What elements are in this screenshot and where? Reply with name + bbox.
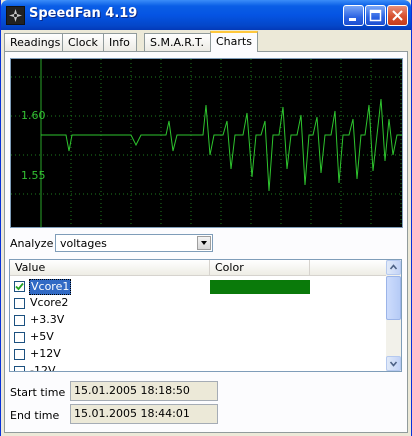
tab-charts[interactable]: Charts — [210, 31, 258, 52]
checkmark-icon — [15, 282, 24, 291]
list-item-label: -12V — [30, 364, 56, 372]
list-item[interactable]: +5V — [10, 329, 386, 346]
analyze-dropdown[interactable]: voltages — [55, 234, 213, 252]
list-item-label: +5V — [30, 330, 54, 343]
chevron-up-icon — [389, 264, 398, 270]
checkbox-minus-12v[interactable] — [14, 366, 25, 371]
tab-smart[interactable]: S.M.A.R.T. — [144, 33, 211, 51]
list-item[interactable]: +12V — [10, 346, 386, 363]
list-item[interactable]: Vcore1 — [10, 278, 386, 295]
start-time-field: 15.01.2005 18:18:50 — [70, 381, 218, 401]
dropdown-button[interactable] — [197, 236, 211, 250]
vertical-scrollbar[interactable] — [386, 260, 401, 371]
checkbox-vcore1[interactable] — [14, 281, 25, 292]
vcore1-series-line — [41, 98, 402, 192]
analyze-selected-value: voltages — [60, 237, 107, 250]
list-item-label: +3.3V — [30, 313, 65, 326]
y-tick-label: 1.60 — [21, 109, 46, 122]
color-swatch[interactable] — [210, 280, 310, 294]
column-header-value[interactable]: Value — [10, 260, 210, 275]
list-header: Value Color — [10, 260, 386, 276]
checkbox-3-3v[interactable] — [14, 315, 25, 326]
column-header-color[interactable]: Color — [210, 260, 310, 275]
list-item[interactable]: Vcore2 — [10, 295, 386, 312]
minimize-button[interactable] — [343, 5, 364, 26]
chevron-down-icon — [389, 361, 398, 367]
tab-clock[interactable]: Clock — [62, 33, 104, 51]
checkbox-12v[interactable] — [14, 349, 25, 360]
scroll-up-button[interactable] — [386, 260, 401, 275]
window-title: SpeedFan 4.19 — [29, 6, 138, 21]
tab-readings[interactable]: Readings — [4, 33, 63, 51]
scroll-down-button[interactable] — [386, 356, 401, 371]
end-time-field: 15.01.2005 18:44:01 — [70, 404, 218, 424]
scroll-thumb[interactable] — [386, 276, 401, 320]
close-button[interactable] — [387, 5, 408, 26]
voltage-chart: 1.60 1.55 — [10, 58, 403, 228]
chart-canvas — [11, 59, 402, 227]
speedfan-window: SpeedFan 4.19 Readings Clock Info S.M.A.… — [0, 0, 412, 436]
list-item[interactable]: -12V — [10, 363, 386, 372]
chevron-down-icon — [201, 241, 207, 245]
y-tick-label: 1.55 — [21, 169, 46, 182]
close-icon — [392, 10, 403, 21]
checkbox-vcore2[interactable] — [14, 298, 25, 309]
sensor-list[interactable]: Value Color Vcore1 Vcore2 +3.3V +5V +12V — [9, 259, 402, 372]
list-item-label: +12V — [30, 347, 61, 360]
list-item-label: Vcore1 — [29, 279, 72, 295]
maximize-button[interactable] — [365, 5, 386, 26]
checkbox-5v[interactable] — [14, 332, 25, 343]
speedfan-app-icon[interactable] — [6, 6, 25, 25]
tab-info[interactable]: Info — [103, 33, 137, 51]
end-time-label: End time — [10, 409, 60, 422]
maximize-icon — [369, 9, 382, 22]
list-item-label: Vcore2 — [30, 296, 69, 309]
title-bar[interactable]: SpeedFan 4.19 — [1, 0, 411, 30]
minimize-icon — [349, 18, 356, 21]
start-time-label: Start time — [10, 386, 66, 399]
list-item[interactable]: +3.3V — [10, 312, 386, 329]
analyze-label: Analyze — [10, 237, 54, 250]
